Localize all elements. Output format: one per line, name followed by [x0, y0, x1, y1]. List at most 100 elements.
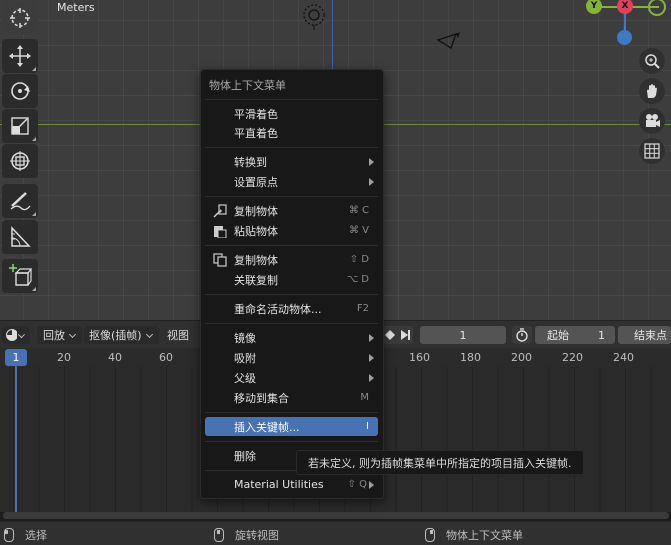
menu-item-insert-keyframe[interactable]: 插入关键帧... I — [205, 417, 378, 436]
transform-icon — [10, 151, 30, 171]
submenu-arrow-icon — [369, 157, 374, 166]
camera-object-icon[interactable] — [436, 32, 462, 52]
start-value: 1 — [598, 328, 605, 342]
menu-item-shortcut: F2 — [356, 303, 369, 314]
start-frame-field[interactable]: 起始 1 — [535, 326, 615, 344]
zoom-in-icon — [645, 54, 660, 69]
menu-item-duplicate-objects[interactable]: 复制物体 ⇧ D — [205, 250, 378, 269]
ortho-toggle-button[interactable] — [639, 138, 665, 164]
light-object-icon[interactable] — [301, 2, 327, 30]
editor-type-button[interactable] — [2, 326, 30, 344]
paste-objects-icon — [214, 226, 227, 238]
menu-item-shade-flat[interactable]: 平直着色 — [205, 123, 378, 142]
gizmo-y-handle[interactable]: Y — [586, 0, 602, 14]
current-frame-field[interactable]: 1 — [420, 326, 506, 344]
keying-label: 抠像(插帧) — [89, 329, 142, 342]
menu-item-label: 平直着色 — [234, 126, 278, 140]
ruler-number: 20 — [57, 351, 71, 364]
menu-title: 物体上下文菜单 — [209, 79, 286, 92]
gizmo-neg-y-handle[interactable] — [648, 0, 666, 16]
playback-label: 回放 — [43, 329, 65, 342]
annotate-tool-button[interactable] — [2, 184, 38, 218]
menu-item-shortcut: M — [360, 392, 369, 403]
menu-item-label: 父级 — [234, 371, 256, 385]
menu-item-shortcut: ⇧ Q — [347, 479, 367, 490]
menu-item-label: 复制物体 — [234, 204, 278, 218]
status-context-label: 物体上下文菜单 — [446, 529, 523, 542]
rotate-tool-button[interactable] — [2, 74, 38, 108]
add-cube-icon — [9, 264, 32, 286]
menu-item-shortcut: ⌘ C — [348, 205, 369, 216]
gizmo-z-handle[interactable] — [617, 30, 632, 45]
grid-icon — [644, 143, 660, 159]
menu-separator — [205, 196, 378, 197]
rotate-icon — [11, 82, 30, 100]
menu-separator — [205, 294, 378, 295]
measure-tool-button[interactable] — [2, 220, 38, 254]
scale-tool-button[interactable] — [2, 109, 38, 143]
view-menu[interactable]: 视图 — [163, 326, 193, 344]
status-bar: 选择 旋转视图 物体上下文菜单 — [0, 521, 671, 545]
tooltip: 若未定义, 则为插帧集菜单中所指定的项目插入关键帧. — [296, 450, 584, 475]
ruler-number: 60 — [159, 351, 173, 364]
start-label: 起始 — [547, 329, 569, 342]
jump-end-button[interactable] — [381, 326, 413, 344]
gizmo-x-handle[interactable]: X — [617, 0, 633, 14]
ruler-number: 240 — [613, 351, 634, 364]
menu-separator — [205, 323, 378, 324]
scale-icon — [11, 117, 29, 135]
preview-range-button[interactable] — [512, 326, 532, 344]
copy-objects-icon — [213, 204, 227, 218]
cursor-tool-button[interactable] — [2, 1, 38, 35]
submenu-arrow-icon — [369, 333, 374, 342]
mouse-left-icon — [4, 528, 14, 542]
menu-item-parent[interactable]: 父级 — [205, 368, 378, 387]
menu-item-material-utilities[interactable]: Material Utilities ⇧ Q — [205, 475, 378, 494]
menu-item-move-to-collection[interactable]: 移动到集合 M — [205, 388, 378, 407]
menu-item-shortcut: I — [366, 421, 369, 432]
hand-icon — [647, 84, 657, 98]
playback-menu[interactable]: 回放 — [37, 326, 82, 344]
status-rotate-label: 旋转视图 — [235, 529, 279, 542]
clock-icon — [6, 329, 18, 341]
menu-item-set-origin[interactable]: 设置原点 — [205, 172, 378, 191]
add-cube-tool-button[interactable] — [2, 259, 38, 293]
menu-item-shade-smooth[interactable]: 平滑着色 — [205, 104, 378, 123]
stopwatch-icon — [516, 328, 528, 342]
menu-item-label: 移动到集合 — [234, 391, 289, 405]
ruler-icon — [11, 226, 31, 247]
navigation-gizmo[interactable]: Y X — [583, 0, 671, 48]
submenu-arrow-icon — [369, 353, 374, 362]
duplicate-icon — [213, 253, 227, 267]
ruler-number: 40 — [108, 351, 122, 364]
ruler-number: 160 — [409, 351, 430, 364]
menu-item-shortcut: ⌥ D — [346, 274, 369, 285]
transform-tool-button[interactable] — [2, 144, 38, 178]
menu-item-copy-objects[interactable]: 复制物体 ⌘ C — [205, 201, 378, 220]
menu-item-label: 插入关键帧... — [234, 420, 300, 434]
move-tool-button[interactable] — [2, 39, 38, 73]
menu-item-snap[interactable]: 吸附 — [205, 348, 378, 367]
keying-menu[interactable]: 抠像(插帧) — [84, 326, 159, 344]
menu-item-duplicate-linked[interactable]: 关联复制 ⌥ D — [205, 270, 378, 289]
menu-item-mirror[interactable]: 镜像 — [205, 328, 378, 347]
camera-view-button[interactable] — [639, 108, 665, 134]
menu-item-label: 平滑着色 — [234, 107, 278, 121]
menu-item-label: 删除 — [234, 449, 256, 463]
menu-item-convert-to[interactable]: 转换到 — [205, 152, 378, 171]
pan-button[interactable] — [639, 78, 665, 104]
submenu-arrow-icon — [369, 177, 374, 186]
end-frame-field[interactable]: 结束点 — [618, 326, 671, 344]
submenu-arrow-icon — [369, 373, 374, 382]
menu-item-label: 关联复制 — [234, 273, 278, 287]
menu-item-paste-objects[interactable]: 粘贴物体 ⌘ V — [205, 221, 378, 240]
menu-separator — [205, 245, 378, 246]
menu-item-label: Material Utilities — [234, 478, 324, 491]
playhead[interactable]: 1 — [5, 349, 27, 366]
timeline-scrollbar[interactable] — [3, 512, 669, 519]
menu-item-label: 设置原点 — [234, 175, 278, 189]
menu-separator — [205, 441, 378, 442]
menu-separator — [205, 147, 378, 148]
zoom-button[interactable] — [639, 48, 665, 74]
menu-item-rename-active[interactable]: 重命名活动物体... F2 — [205, 299, 378, 318]
